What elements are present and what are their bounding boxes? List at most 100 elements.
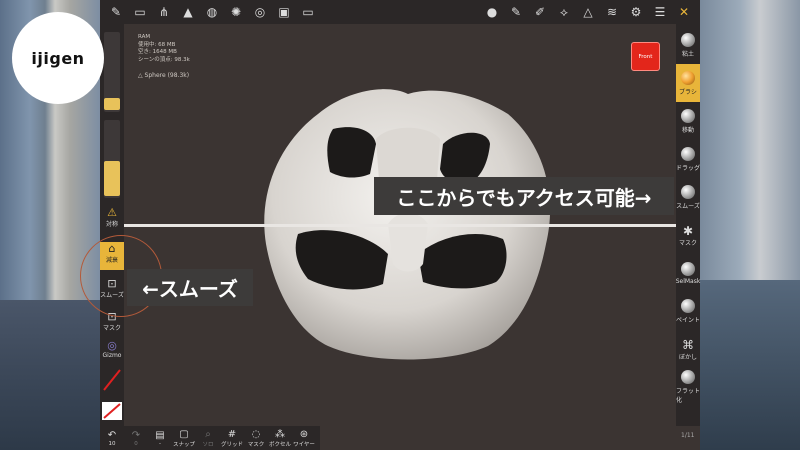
bottom-label: マスク <box>247 441 265 448</box>
tool-label: ペイント <box>676 316 701 324</box>
smooth-sphere-icon <box>681 184 695 199</box>
scene-graph-icon[interactable]: ⋔ <box>152 0 176 24</box>
tool-paint-sphere[interactable]: ペイント <box>676 292 700 330</box>
flatten-sphere-icon <box>681 370 695 384</box>
bottom-label: グリッド <box>220 441 243 448</box>
brand-logo: ijigen <box>12 12 104 104</box>
tool-label: フラット化 <box>676 388 701 404</box>
bottom-file-button[interactable]: ▤ - <box>148 426 172 450</box>
symmetry-plane-line <box>124 224 676 227</box>
matcap-icon[interactable]: ● <box>480 0 504 24</box>
bottom-label: ボクセル <box>268 441 291 448</box>
bottom-solo-button[interactable]: ⌕ ソロ <box>196 426 220 450</box>
wireframe-icon: ⊛ <box>299 428 309 440</box>
tool-selmask-sphere[interactable]: SelMask <box>676 254 700 292</box>
bottom-toolbar: ↶ 10 ↷ 0 ▤ - ▢ スナップ ⌕ ソロ # グリッド ◌ マスク ⁂ ボクセル ⊛ ワイヤー <box>100 426 320 450</box>
symmetry-icon[interactable]: ⟡ <box>552 0 576 24</box>
bottom-voxel-button[interactable]: ⁂ ボクセル <box>268 426 292 450</box>
front-view-button[interactable]: Front <box>631 42 660 71</box>
callout-access: ここからでもアクセス可能→ <box>374 177 674 215</box>
tools-icon[interactable]: ✕ <box>672 0 696 24</box>
bottom-label: 0 <box>134 440 138 447</box>
tool-label: ドラッグ <box>676 164 701 172</box>
tool-flatten-sphere[interactable]: フラット化 <box>676 368 700 406</box>
menu-icon[interactable]: ☰ <box>648 0 672 24</box>
grid-icon: # <box>227 428 237 440</box>
settings-icon[interactable]: ⚙ <box>624 0 648 24</box>
pen-icon[interactable]: ✎ <box>504 0 528 24</box>
tool-smooth-sphere[interactable]: スムーズ <box>676 178 700 216</box>
mask-icon: ✱ <box>682 223 694 238</box>
scene-info: RAM 使用中: 68 MB 空き: 1648 MB シーンの頂点: 98.3k… <box>138 34 190 80</box>
background-right <box>700 0 800 450</box>
tool-blur[interactable]: ⌘ ぼかし <box>676 330 700 368</box>
drag-sphere-icon <box>681 146 695 161</box>
symmetry-button[interactable]: ⚠ 対称 <box>100 206 124 228</box>
tool-label: SelMask <box>675 277 701 285</box>
gizmo-icon: ◎ <box>107 339 117 352</box>
clay-sphere-icon <box>681 32 695 47</box>
tool-panel: 粘土ブラシ移動ドラッグスムーズ ✱ マスク SelMask ペイント ⌘ ぼかしフラット化 <box>676 24 700 426</box>
stroke-color-swatch[interactable] <box>102 368 122 392</box>
logo-icon[interactable]: ✎ <box>104 0 128 24</box>
scene-vertices: シーンの頂点: 98.3k <box>138 56 190 63</box>
blur-icon: ⌘ <box>682 337 694 352</box>
redo-icon: ↷ <box>131 429 141 441</box>
material-icon[interactable]: ◎ <box>248 0 272 24</box>
tool-label: スムーズ <box>676 202 700 210</box>
left-panel: ⚠ 対称 ⌂ 減衰 ⊡ スムーズ ⊡ マスク ◎ Gizmo <box>100 24 124 426</box>
warning-icon: ⚠ <box>107 206 117 219</box>
bottom-label: - <box>159 440 161 447</box>
solo-icon: ⌕ <box>205 428 211 440</box>
ram-free: 空き: 1648 MB <box>138 49 177 55</box>
image-icon[interactable]: ▣ <box>272 0 296 24</box>
tool-drag-sphere[interactable]: ドラッグ <box>676 140 700 178</box>
topology-icon[interactable]: ▲ <box>176 0 200 24</box>
folder-icon[interactable]: ▭ <box>128 0 152 24</box>
triangle-icon[interactable]: △ <box>576 0 600 24</box>
tool-mask[interactable]: ✱ マスク <box>676 216 700 254</box>
layers-icon[interactable]: ≋ <box>600 0 624 24</box>
paint-sphere-icon <box>681 298 695 313</box>
tool-label: マスク <box>678 239 697 247</box>
bottom-redo-button[interactable]: ↷ 0 <box>124 426 148 450</box>
bottom-grid-button[interactable]: # グリッド <box>220 426 244 450</box>
undo-icon: ↶ <box>107 429 117 441</box>
bottom-label: ワイヤー <box>293 441 315 448</box>
ram-used: 使用中: 68 MB <box>138 41 176 48</box>
picker-icon[interactable]: ✐ <box>528 0 552 24</box>
tool-label: 移動 <box>681 126 694 134</box>
sun-icon[interactable]: ✺ <box>224 0 248 24</box>
tool-page-indicator: 1/11 <box>681 432 695 439</box>
bottom-label: 10 <box>108 440 116 447</box>
bottom-wireframe-button[interactable]: ⊛ ワイヤー <box>292 426 316 450</box>
bottom-label: スナップ <box>172 441 195 448</box>
tool-label: ブラシ <box>679 88 697 96</box>
callout-smooth: ←スムーズ <box>127 269 253 306</box>
file-icon: ▤ <box>155 429 165 441</box>
fill-color-swatch[interactable] <box>102 402 122 420</box>
camera-icon: ▢ <box>179 428 189 440</box>
tool-clay-sphere[interactable]: 粘土 <box>676 26 700 64</box>
selmask-sphere-icon <box>681 261 695 276</box>
move-sphere-icon <box>681 108 695 123</box>
ram-title: RAM <box>138 34 151 40</box>
bottom-camera-button[interactable]: ▢ スナップ <box>172 426 196 450</box>
tool-brush-sphere[interactable]: ブラシ <box>676 64 700 102</box>
bottom-label: ソロ <box>202 441 214 448</box>
voxel-icon: ⁂ <box>275 428 285 440</box>
intensity-slider[interactable] <box>104 120 120 198</box>
brush-sphere-icon <box>681 70 695 85</box>
globe-icon[interactable]: ◍ <box>200 0 224 24</box>
gizmo-button[interactable]: ◎ Gizmo <box>100 339 124 359</box>
bottom-undo-button[interactable]: ↶ 10 <box>100 426 124 450</box>
top-toolbar: ✎ ▭ ⋔ ▲ ◍ ✺ ◎ ▣ ▭ ● ✎ ✐ ⟡ △ ≋ ⚙ ☰ ✕ <box>100 0 700 24</box>
eye-mask-icon: ◌ <box>251 428 261 440</box>
video-icon[interactable]: ▭ <box>296 0 320 24</box>
bottom-eye-mask-button[interactable]: ◌ マスク <box>244 426 268 450</box>
tool-label: ぼかし <box>678 353 697 361</box>
tool-move-sphere[interactable]: 移動 <box>676 102 700 140</box>
tool-label: 粘土 <box>681 50 694 58</box>
object-item[interactable]: △ Sphere (98.3k) <box>138 72 190 80</box>
radius-slider[interactable] <box>104 32 120 112</box>
